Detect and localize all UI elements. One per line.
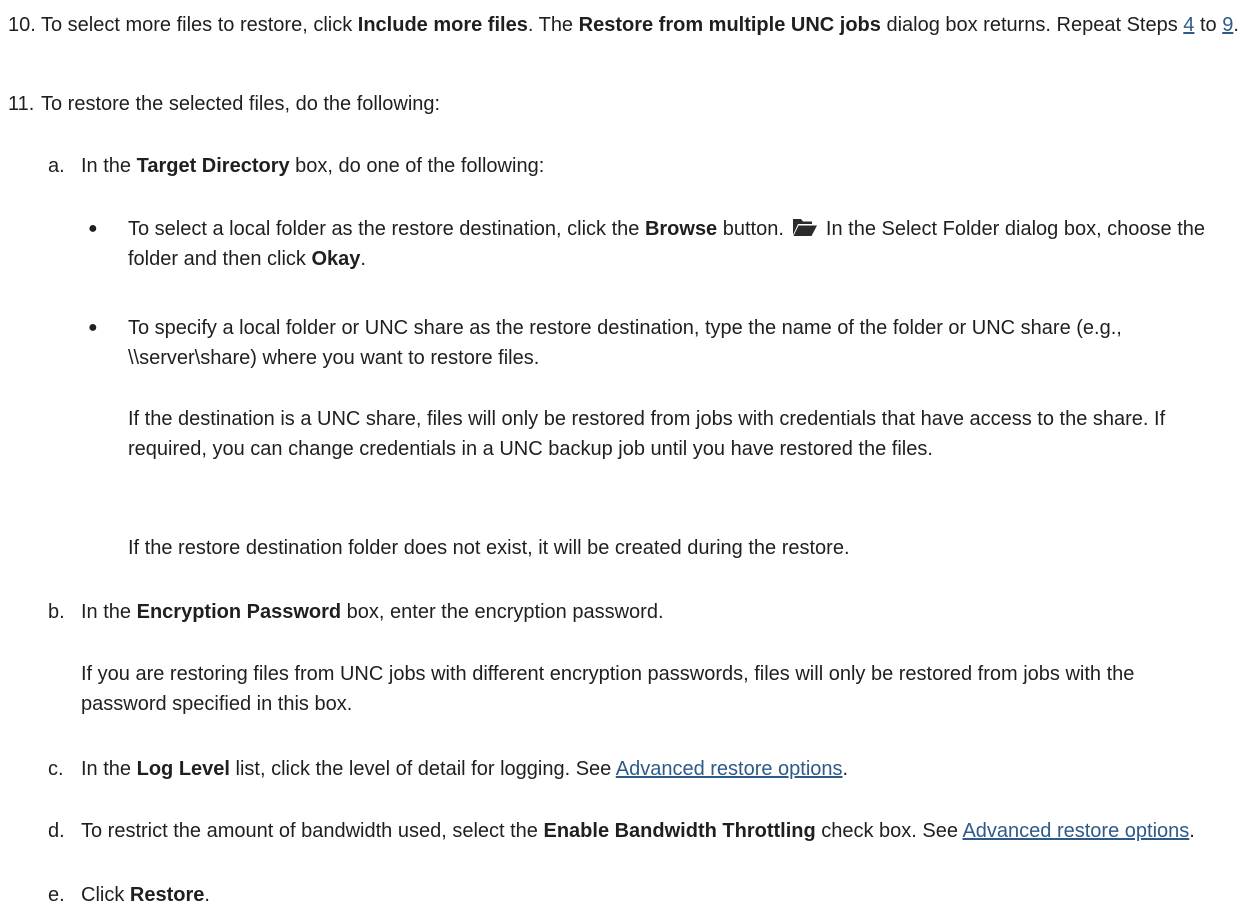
substep-e-letter: e. [48, 884, 65, 906]
bullet-1-text: To select a local folder as the restore … [128, 216, 1206, 270]
substep-a-text: In the Target Directory box, do one of t… [81, 155, 545, 177]
encryption-note: If you are restoring files from UNC jobs… [81, 663, 1135, 715]
substep-b-letter: b. [48, 601, 65, 623]
step-10-number: 10. [8, 14, 36, 36]
bullet-1: ● [88, 220, 98, 237]
substep-e-text: Click Restore. [81, 884, 210, 906]
encryption-password-label: Encryption Password [136, 601, 342, 623]
document-page: 10. To select more files to restore, cli… [0, 0, 1256, 916]
log-level-label: Log Level [136, 758, 230, 780]
bullet-2-text: To specify a local folder or UNC share a… [128, 317, 1122, 369]
step-11-number: 11. [8, 93, 35, 115]
step-10-text: To select more files to restore, click I… [41, 14, 1239, 36]
step-11-text: To restore the selected files, do the fo… [41, 93, 441, 115]
unc-share-note: If the destination is a UNC share, files… [128, 408, 1166, 460]
substep-a-letter: a. [48, 155, 65, 177]
substep-c-letter: c. [48, 758, 64, 780]
dialog-name-label: Restore from multiple UNC jobs [578, 14, 881, 36]
restore-label: Restore [129, 884, 205, 906]
advanced-restore-options-link[interactable]: Advanced restore options [616, 758, 843, 780]
substep-d-letter: d. [48, 820, 65, 842]
substep-c-text: In the Log Level list, click the level o… [81, 758, 849, 780]
target-directory-label: Target Directory [136, 155, 290, 177]
destination-note: If the restore destination folder does n… [128, 537, 850, 559]
step-4-link[interactable]: 4 [1183, 14, 1194, 36]
step-9-link[interactable]: 9 [1222, 14, 1233, 36]
okay-label: Okay [311, 248, 361, 270]
folder-open-icon [792, 216, 818, 238]
browse-label: Browse [644, 218, 718, 240]
enable-bandwidth-throttling-label: Enable Bandwidth Throttling [543, 820, 816, 842]
substep-d-text: To restrict the amount of bandwidth used… [81, 820, 1195, 842]
substep-b-text: In the Encryption Password box, enter th… [81, 601, 664, 623]
include-more-files-label: Include more files [357, 14, 528, 36]
bullet-2: ● [88, 319, 98, 336]
advanced-restore-options-link-2[interactable]: Advanced restore options [962, 820, 1189, 842]
